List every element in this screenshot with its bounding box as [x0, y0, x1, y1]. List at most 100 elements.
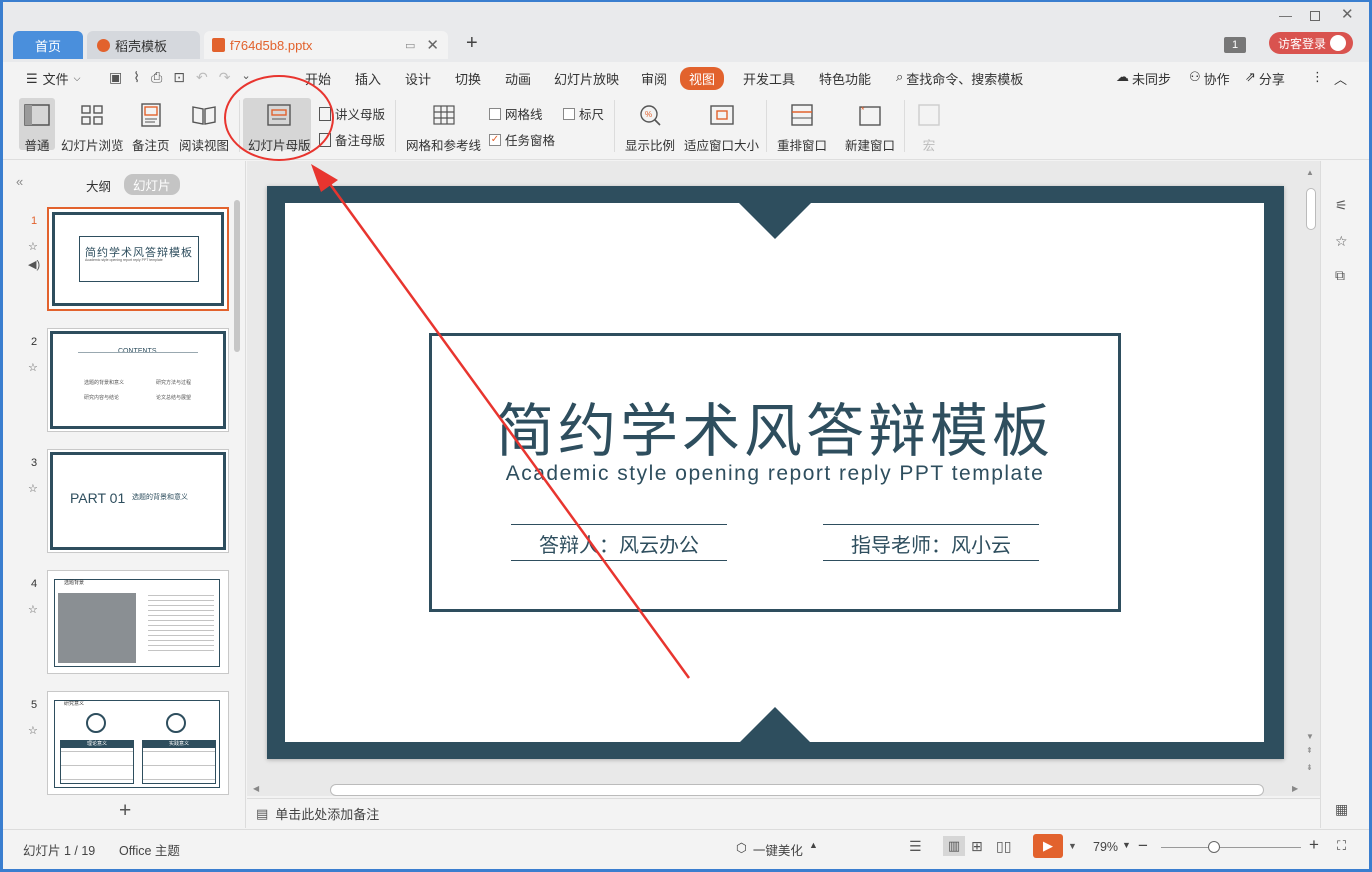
reading-view-button[interactable]: 阅读视图 — [179, 100, 229, 154]
share-button[interactable]: ⇗ 分享 — [1245, 69, 1285, 88]
h-scroll-thumb[interactable] — [330, 784, 1264, 796]
collapse-panel-icon[interactable]: « — [16, 174, 23, 189]
normal-view-button[interactable]: 普通 — [22, 100, 52, 154]
add-slide-button[interactable]: + — [119, 799, 131, 823]
tab-outline[interactable]: 大纲 — [86, 176, 111, 195]
advisor-text[interactable]: 指导老师：风小云 — [823, 529, 1039, 558]
macro-button[interactable]: 宏 — [914, 100, 944, 154]
slide-thumbnail-1[interactable]: 简约学术风答辩模板 Academic style opening report … — [47, 207, 229, 311]
close-tab-icon[interactable]: ✕ — [426, 36, 439, 54]
star-icon[interactable]: ☆ — [1335, 233, 1348, 250]
menu-design[interactable]: 设计 — [405, 69, 431, 88]
format-painter-icon[interactable]: ⌇ — [133, 69, 140, 86]
svg-text:*: * — [861, 105, 865, 115]
panel-scrollbar[interactable] — [234, 200, 240, 352]
settings-sliders-icon[interactable]: ⚟ — [1335, 197, 1348, 214]
grid-guides-button[interactable]: 网格和参考线 — [406, 100, 481, 154]
fit-window-button[interactable]: 适应窗口大小 — [684, 100, 759, 154]
notes-pane[interactable]: ▤ 单击此处添加备注 — [247, 798, 1320, 828]
sync-status[interactable]: ☁ 未同步 — [1116, 69, 1171, 88]
presenter-text[interactable]: 答辩人：风云办公 — [511, 529, 727, 558]
scroll-left-icon[interactable]: ◀ — [253, 784, 259, 793]
task-pane-checkbox[interactable]: ✓ 任务窗格 — [489, 130, 555, 149]
normal-view-status-icon[interactable]: ▥ — [943, 836, 965, 856]
scroll-thumb[interactable] — [1306, 188, 1316, 230]
menu-review[interactable]: 审阅 — [641, 69, 667, 88]
copy-icon[interactable]: ⧉ — [1335, 267, 1345, 284]
menu-start[interactable]: 开始 — [305, 69, 331, 88]
arrange-window-button[interactable]: 重排窗口 — [777, 100, 827, 154]
slide-thumbnail-4[interactable]: 选题背景 — [47, 570, 229, 674]
reading-view-status-icon[interactable]: ▯▯ — [996, 838, 1011, 855]
notes-page-button[interactable]: 备注页 — [132, 100, 170, 154]
guest-login-button[interactable]: 访客登录 — [1269, 32, 1353, 54]
slide-thumbnail-3[interactable]: PART 01 选题的背景和意义 — [47, 449, 229, 553]
minimize-button[interactable]: — — [1279, 8, 1292, 23]
menu-special[interactable]: 特色功能 — [819, 69, 871, 88]
play-slideshow-button[interactable]: ▶ — [1033, 834, 1063, 858]
scroll-up-icon[interactable]: ▲ — [1306, 168, 1314, 177]
sorter-view-icon[interactable]: ⊞ — [971, 838, 983, 855]
slide-thumbnail-2[interactable]: CONTENTS 选题的背景和意义 研究方法与过程 研究内容与结论 论文总结与展… — [47, 328, 229, 432]
theme-name[interactable]: Office 主题 — [119, 840, 180, 859]
command-search[interactable]: ⌕ 查找命令、搜索模板 — [896, 69, 1023, 88]
zoom-level[interactable]: 79% ▼ — [1093, 840, 1131, 854]
tab-slides[interactable]: 幻灯片 — [124, 174, 180, 195]
cube-icon: ⬡ — [736, 841, 747, 855]
handout-master-button[interactable]: 讲义母版 — [319, 104, 385, 123]
pin-icon[interactable]: ▭ — [405, 39, 415, 52]
slideshow-dropdown-icon[interactable]: ▼ — [1068, 841, 1077, 851]
more-icon[interactable]: ⋮ — [1311, 69, 1324, 85]
slide-canvas[interactable]: 简约学术风答辩模板 Academic style opening report … — [267, 186, 1284, 759]
save-icon[interactable]: ▣ — [109, 69, 122, 86]
menu-view[interactable]: 视图 — [680, 67, 725, 90]
fit-to-window-icon[interactable]: ⛶ — [1337, 838, 1346, 854]
zoom-button[interactable]: % 显示比例 — [625, 100, 675, 154]
ruler-checkbox[interactable]: 标尺 — [563, 104, 604, 123]
slide-master-button[interactable]: 幻灯片母版 — [248, 100, 311, 154]
new-window-button[interactable]: * 新建窗口 — [845, 100, 895, 154]
slide-title[interactable]: 简约学术风答辩模板 — [429, 384, 1121, 468]
redo-icon[interactable]: ↷ — [219, 69, 231, 86]
zoom-out-icon[interactable]: − — [1138, 836, 1148, 856]
next-slide-icon[interactable]: ⇟ — [1306, 763, 1313, 772]
slide-browse-button[interactable]: 幻灯片浏览 — [61, 100, 124, 154]
maximize-button[interactable] — [1310, 11, 1320, 21]
menu-transition[interactable]: 切换 — [455, 69, 481, 88]
new-tab-button[interactable]: + — [466, 32, 478, 55]
window-count-badge[interactable]: 1 — [1224, 37, 1246, 53]
print-preview-icon[interactable]: ⊡ — [173, 69, 185, 86]
tab-document[interactable]: f764d5b8.pptx ▭ ✕ — [204, 31, 448, 59]
slide-thumbnail-5[interactable]: 研究意义 理论意义 实践意义 — [47, 691, 229, 795]
collaborate-button[interactable]: ⚇ 协作 — [1189, 69, 1230, 88]
close-window-button[interactable]: ✕ — [1341, 5, 1354, 23]
print-icon[interactable]: ⎙ — [151, 69, 162, 86]
slide-subtitle[interactable]: Academic style opening report reply PPT … — [429, 462, 1121, 486]
menu-animation[interactable]: 动画 — [505, 69, 531, 88]
vertical-scrollbar[interactable]: ▲ ▼ ⇞ ⇟ — [1304, 166, 1318, 778]
beautify-button[interactable]: ⬡ 一键美化 ▲ — [736, 840, 818, 859]
zoom-slider[interactable] — [1161, 841, 1301, 853]
notes-placeholder: 单击此处添加备注 — [275, 807, 380, 822]
scroll-down-icon[interactable]: ▼ — [1306, 732, 1314, 741]
prev-slide-icon[interactable]: ⇞ — [1306, 746, 1313, 755]
menu-developer[interactable]: 开发工具 — [743, 69, 795, 88]
menu-slideshow[interactable]: 幻灯片放映 — [554, 69, 619, 88]
collapse-ribbon-icon[interactable]: ︿ — [1334, 69, 1347, 88]
tab-home[interactable]: 首页 — [13, 31, 83, 59]
notes-master-button[interactable]: 备注母版 — [319, 130, 385, 149]
undo-icon[interactable]: ↶ — [196, 69, 208, 86]
notes-toggle-icon[interactable]: ☰ — [909, 838, 922, 855]
scroll-right-icon[interactable]: ▶ — [1292, 784, 1298, 793]
zoom-in-icon[interactable]: + — [1309, 835, 1319, 855]
thumb-circle-icon — [86, 713, 106, 733]
grid-view-icon[interactable]: ▦ — [1335, 801, 1348, 818]
gridlines-checkbox[interactable]: 网格线 — [489, 104, 543, 123]
menu-insert[interactable]: 插入 — [355, 69, 381, 88]
file-menu[interactable]: ☰ 文件 ⌵ — [26, 69, 81, 88]
customize-dropdown-icon[interactable]: ⌄ — [241, 69, 250, 86]
animation-star-icon: ☆ — [28, 362, 38, 374]
horizontal-scrollbar[interactable]: ◀ ▶ — [253, 783, 1302, 797]
zoom-slider-handle[interactable] — [1208, 841, 1220, 853]
tab-docer[interactable]: 稻壳模板 — [87, 31, 200, 59]
